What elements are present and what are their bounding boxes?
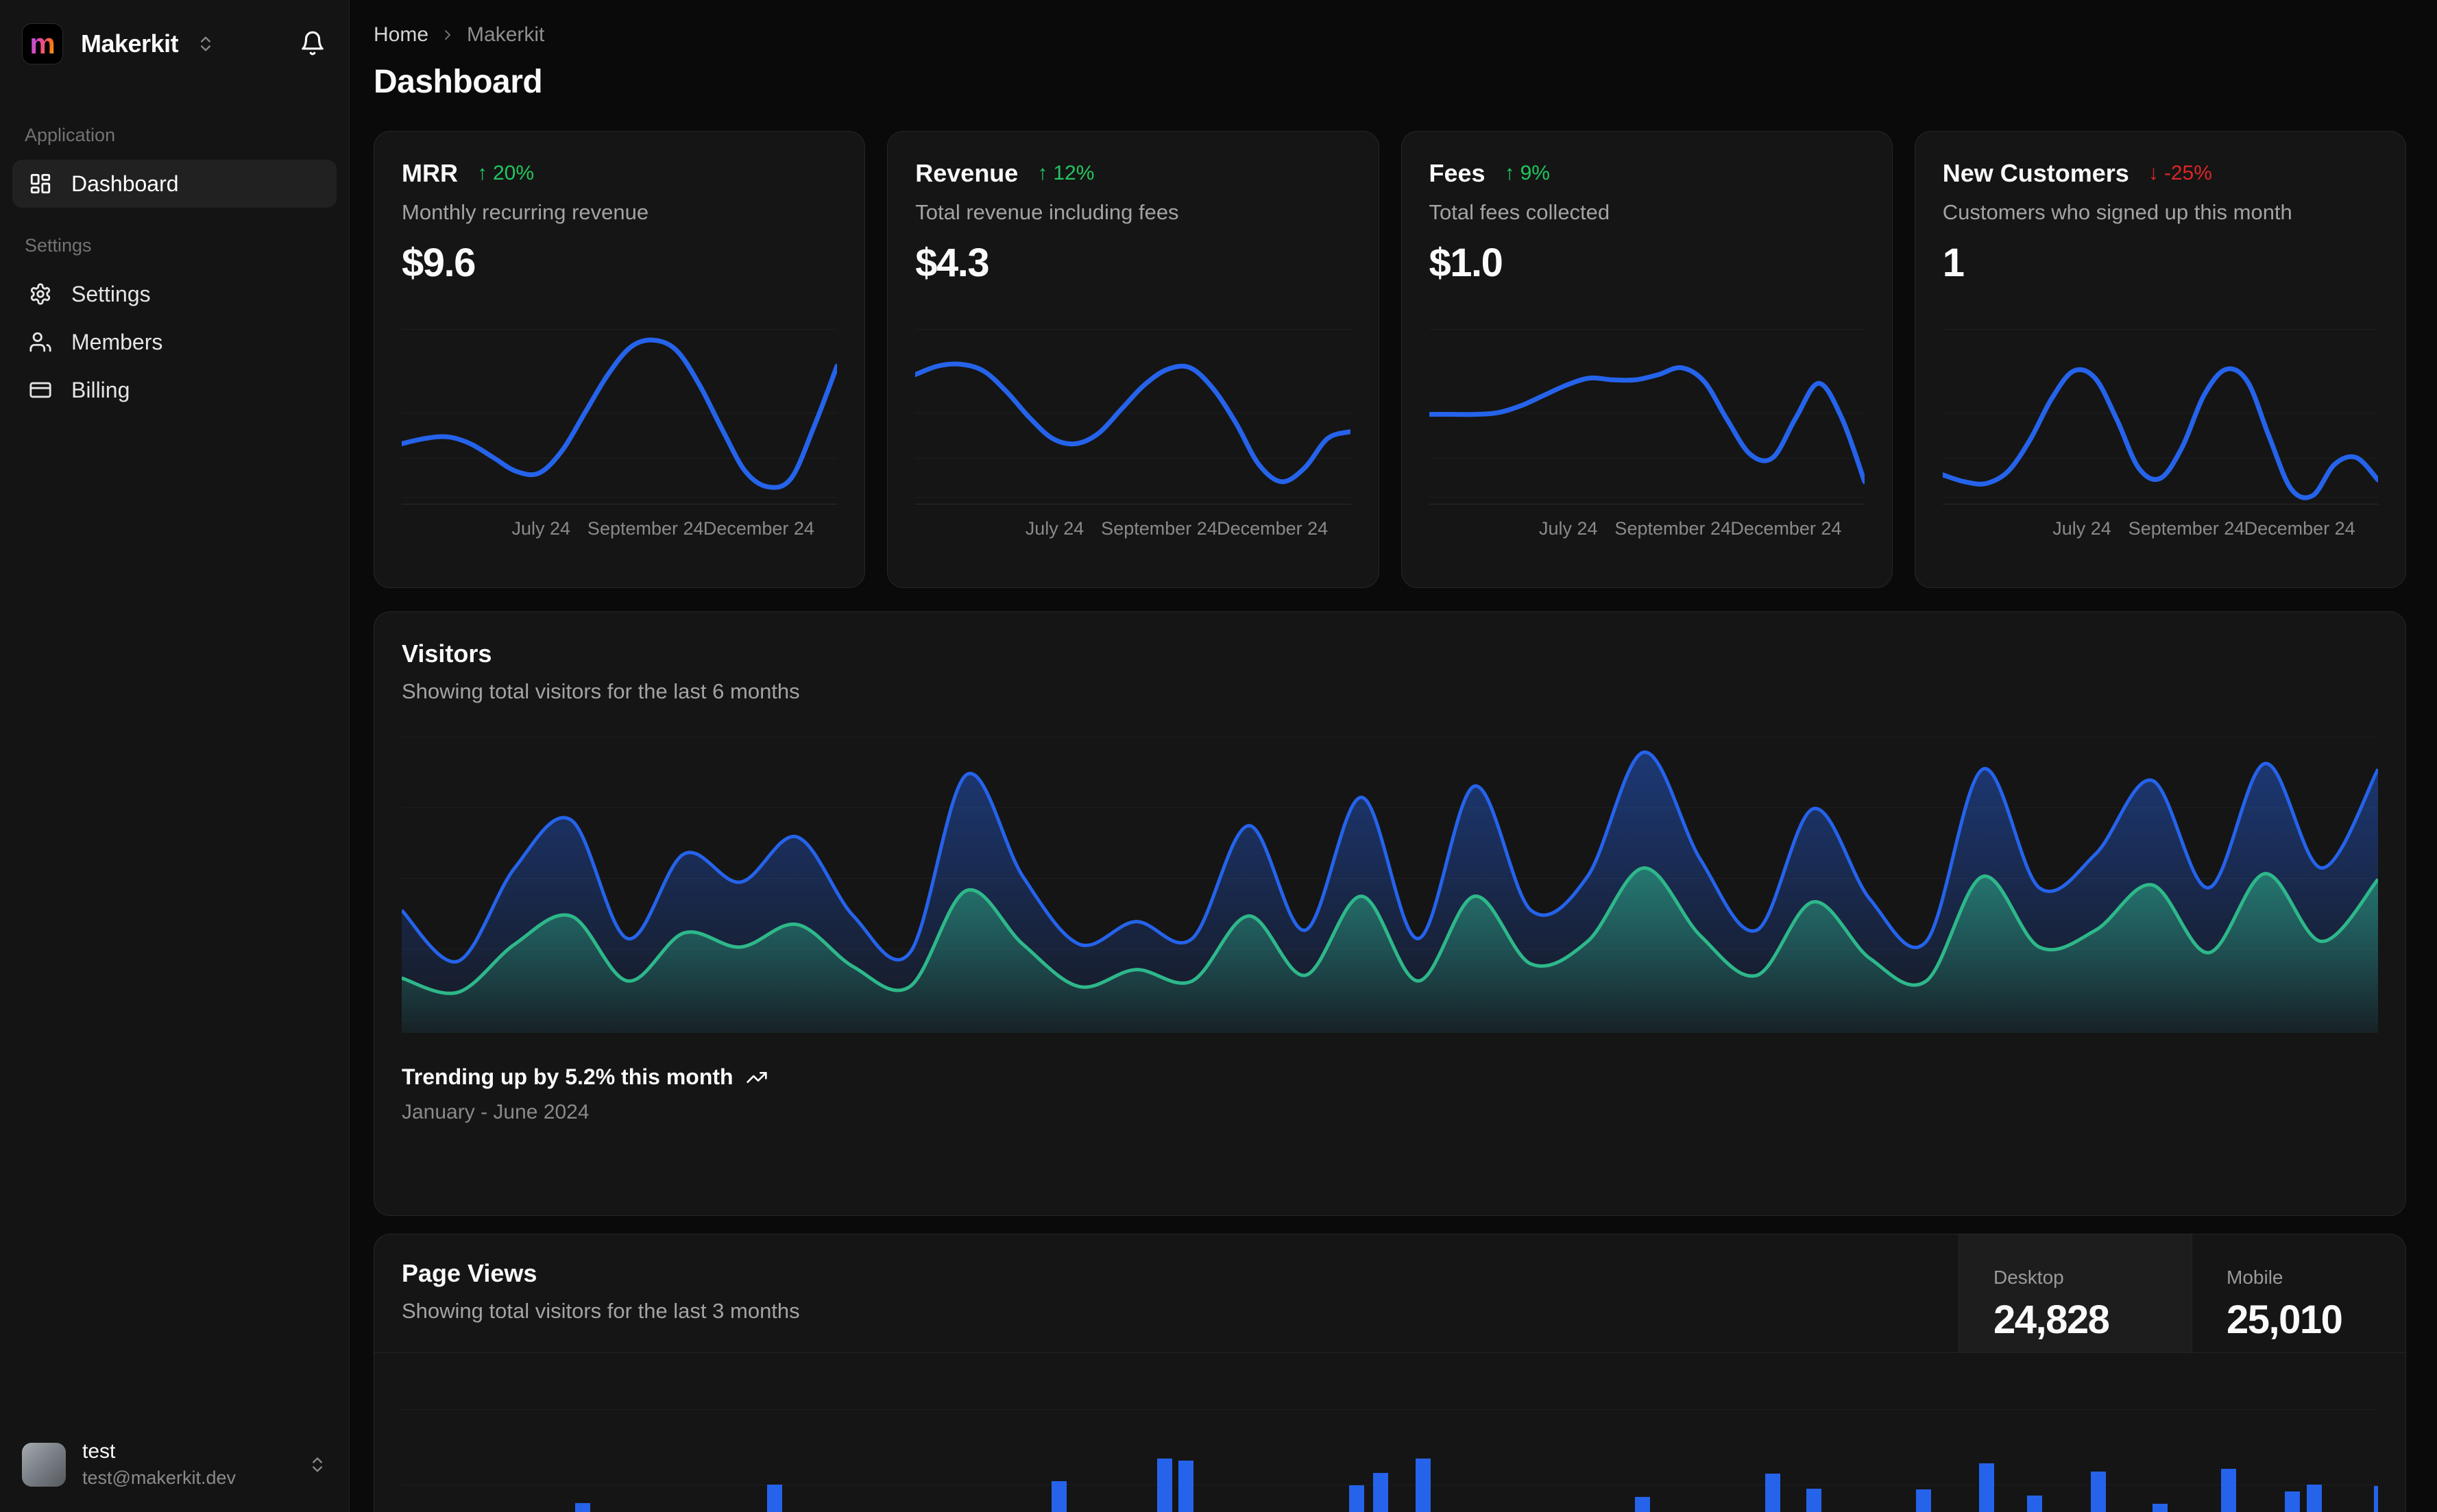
arrow-up-icon: ↑ (1504, 162, 1515, 184)
breadcrumb-current: Makerkit (467, 23, 545, 46)
stat-cards-row: MRR ↑ 20% Monthly recurring revenue $9.6 … (374, 131, 2406, 588)
stat-title: MRR (402, 159, 458, 187)
stat-title: Revenue (915, 159, 1019, 187)
trend-badge: ↑ 20% (476, 162, 535, 184)
stat-value: $9.6 (402, 241, 476, 285)
sidebar-item-billing[interactable]: Billing (12, 366, 337, 414)
visitors-trending: Trending up by 5.2% this month (402, 1064, 2378, 1090)
x-axis: July 24 September 24 December 24 (915, 504, 1351, 550)
members-icon (29, 332, 51, 352)
visitors-subtitle: Showing total visitors for the last 6 mo… (402, 679, 800, 703)
stat-subtitle: Customers who signed up this month (1942, 200, 2292, 224)
page-title: Dashboard (374, 64, 543, 100)
stat-value: $4.3 (915, 241, 989, 285)
trend-badge: ↓ -25% (2148, 162, 2212, 184)
arrow-down-icon: ↓ (2148, 162, 2159, 184)
user-avatar (22, 1442, 66, 1487)
x-axis-label: December 24 (703, 518, 814, 539)
page-views-card: Page Views Showing total visitors for th… (374, 1234, 2406, 1512)
trend-badge: ↑ 9% (1504, 162, 1550, 184)
visitors-title: Visitors (402, 639, 492, 668)
tab-mobile-label: Mobile (2227, 1266, 2283, 1288)
stat-card-mrr: MRR ↑ 20% Monthly recurring revenue $9.6 … (374, 131, 866, 588)
sidebar-header: m Makerkit (12, 21, 337, 67)
x-axis-label: December 24 (1730, 518, 1842, 539)
visitors-range: January - June 2024 (402, 1101, 590, 1123)
page-views-title: Page Views (402, 1259, 537, 1287)
x-axis: July 24 September 24 December 24 (402, 504, 838, 550)
brand-logo: m (22, 23, 63, 64)
sidebar-item-label: Billing (71, 377, 130, 402)
arrow-up-icon: ↑ (476, 162, 487, 184)
nav-section-settings: Settings (25, 235, 92, 256)
stat-value: $1.0 (1429, 241, 1503, 285)
x-axis-label: July 24 (1538, 518, 1598, 539)
page-views-chart (402, 1353, 2378, 1512)
brand-logo-letter: m (29, 27, 56, 60)
chevron-right-icon (445, 30, 451, 40)
mrr-sparkline-chart (402, 316, 838, 502)
fees-sparkline-chart (1429, 316, 1865, 502)
stat-title: Fees (1429, 159, 1486, 187)
sidebar-item-label: Dashboard (71, 171, 179, 196)
tab-desktop[interactable]: Desktop 24,828 (1959, 1234, 2192, 1352)
stat-card-new-customers: New Customers ↓ -25% Customers who signed… (1914, 131, 2406, 588)
workspace-selector[interactable]: m Makerkit (22, 23, 215, 64)
sidebar: m Makerkit Application Dashboard Setting… (0, 0, 350, 1512)
brand-name: Makerkit (81, 29, 179, 58)
sidebar-item-dashboard[interactable]: Dashboard (12, 160, 337, 208)
x-axis-label: September 24 (1101, 518, 1217, 539)
arrow-up-icon: ↑ (1037, 162, 1048, 184)
stat-card-fees: Fees ↑ 9% Total fees collected $1.0 July … (1401, 131, 1893, 588)
stat-title: New Customers (1942, 159, 2129, 187)
chevrons-up-down-icon (201, 36, 211, 51)
tab-mobile[interactable]: Mobile 25,010 (2192, 1234, 2405, 1352)
user-email: test@makerkit.dev (82, 1467, 236, 1488)
tab-mobile-value: 25,010 (2227, 1297, 2343, 1342)
sidebar-item-label: Settings (71, 281, 151, 306)
sidebar-item-settings[interactable]: Settings (12, 270, 337, 318)
visitors-card: Visitors Showing total visitors for the … (374, 611, 2406, 1216)
trend-badge: ↑ 12% (1037, 162, 1095, 184)
stat-subtitle: Total fees collected (1429, 200, 1610, 224)
breadcrumb: Home Makerkit (374, 23, 2406, 47)
x-axis-label: July 24 (2052, 518, 2111, 539)
main-content: Home Makerkit Dashboard MRR ↑ 20% Monthly… (350, 0, 2437, 1512)
dashboard-icon (30, 173, 51, 194)
stat-value: 1 (1942, 241, 1965, 285)
visitors-chart (402, 731, 2378, 1033)
sidebar-nav: Application Dashboard Settings Settings … (12, 125, 337, 414)
x-axis: July 24 September 24 December 24 (1429, 504, 1865, 550)
trending-up-icon (746, 1071, 767, 1083)
tab-desktop-value: 24,828 (1993, 1297, 2110, 1342)
x-axis-label: September 24 (2128, 518, 2245, 539)
settings-icon (30, 283, 51, 305)
stat-subtitle: Total revenue including fees (915, 200, 1179, 224)
billing-icon (29, 382, 51, 398)
customers-sparkline-chart (1942, 316, 2378, 502)
stat-card-revenue: Revenue ↑ 12% Total revenue including fee… (887, 131, 1379, 588)
breadcrumb-home[interactable]: Home (374, 23, 428, 47)
x-axis-label: July 24 (1025, 518, 1084, 539)
x-axis-label: July 24 (511, 518, 571, 539)
bell-icon (302, 31, 324, 55)
sidebar-item-members[interactable]: Members (12, 318, 337, 366)
x-axis-label: December 24 (1217, 518, 1329, 539)
user-menu[interactable]: test test@makerkit.dev (12, 1435, 337, 1494)
app-root: m Makerkit Application Dashboard Setting… (0, 0, 2437, 1512)
notifications-button[interactable] (300, 30, 326, 58)
x-axis-label: September 24 (1614, 518, 1732, 539)
x-axis: July 24 September 24 December 24 (1942, 504, 2378, 550)
user-info: test test@makerkit.dev (82, 1440, 291, 1489)
stat-subtitle: Monthly recurring revenue (402, 200, 649, 224)
x-axis-label: December 24 (2244, 518, 2355, 539)
x-axis-label: September 24 (587, 518, 704, 539)
tab-desktop-label: Desktop (1993, 1266, 2064, 1288)
chevrons-up-down-icon (313, 1457, 322, 1472)
revenue-sparkline-chart (915, 316, 1351, 502)
page-views-subtitle: Showing total visitors for the last 3 mo… (402, 1299, 800, 1323)
sidebar-item-label: Members (71, 329, 163, 354)
user-name: test (82, 1440, 116, 1463)
nav-section-application: Application (25, 125, 116, 145)
